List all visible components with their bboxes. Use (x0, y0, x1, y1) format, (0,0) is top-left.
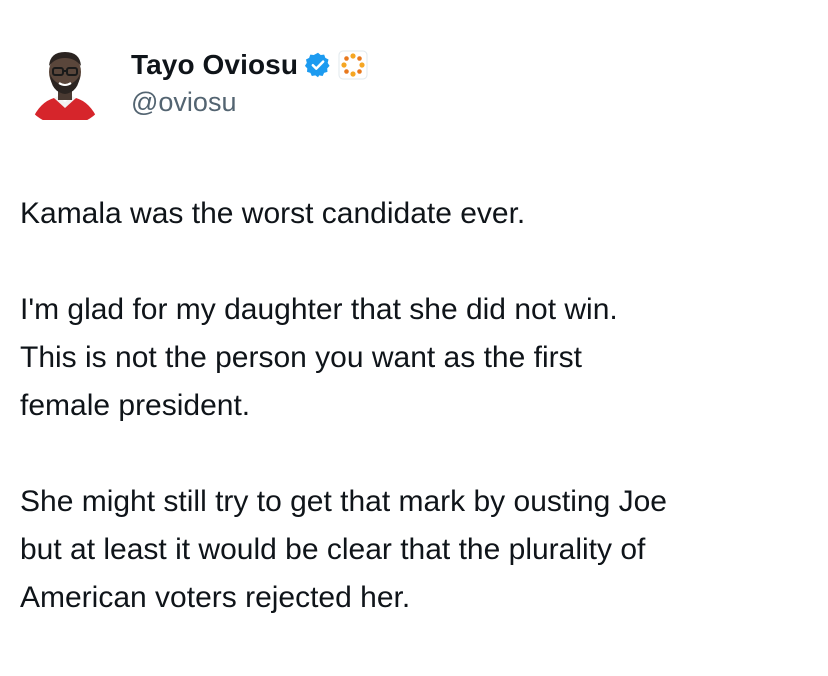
author-display-name[interactable]: Tayo Oviosu (131, 49, 298, 81)
tweet-line: but at least it would be clear that the … (20, 533, 646, 566)
tweet-paragraph: She might still try to get that mark by … (20, 478, 810, 622)
tweet-line: This is not the person you want as the f… (20, 341, 582, 374)
author-handle[interactable]: @oviosu (131, 87, 368, 118)
tweet-paragraph: Kamala was the worst candidate ever. (20, 190, 810, 238)
tweet-line: Kamala was the worst candidate ever. (20, 197, 526, 230)
tweet-paragraph: I'm glad for my daughter that she did no… (20, 286, 810, 430)
tweet-card: Tayo Oviosu @oviosu Kamala was the worst… (0, 0, 828, 676)
verified-badge-icon[interactable] (304, 51, 332, 79)
tweet-line: female president. (20, 389, 251, 422)
tweet-text: Kamala was the worst candidate ever. I'm… (20, 190, 810, 622)
author-avatar[interactable] (20, 36, 110, 126)
avatar-portrait (20, 36, 110, 126)
tweet-line: I'm glad for my daughter that she did no… (20, 293, 618, 326)
author-meta: Tayo Oviosu @oviosu (131, 45, 368, 118)
organization-affiliate-icon[interactable] (338, 50, 368, 80)
tweet-line: American voters rejected her. (20, 581, 411, 614)
tweet-line: She might still try to get that mark by … (20, 485, 667, 518)
tweet-header: Tayo Oviosu @oviosu (20, 36, 368, 126)
author-name-row: Tayo Oviosu (131, 45, 368, 85)
